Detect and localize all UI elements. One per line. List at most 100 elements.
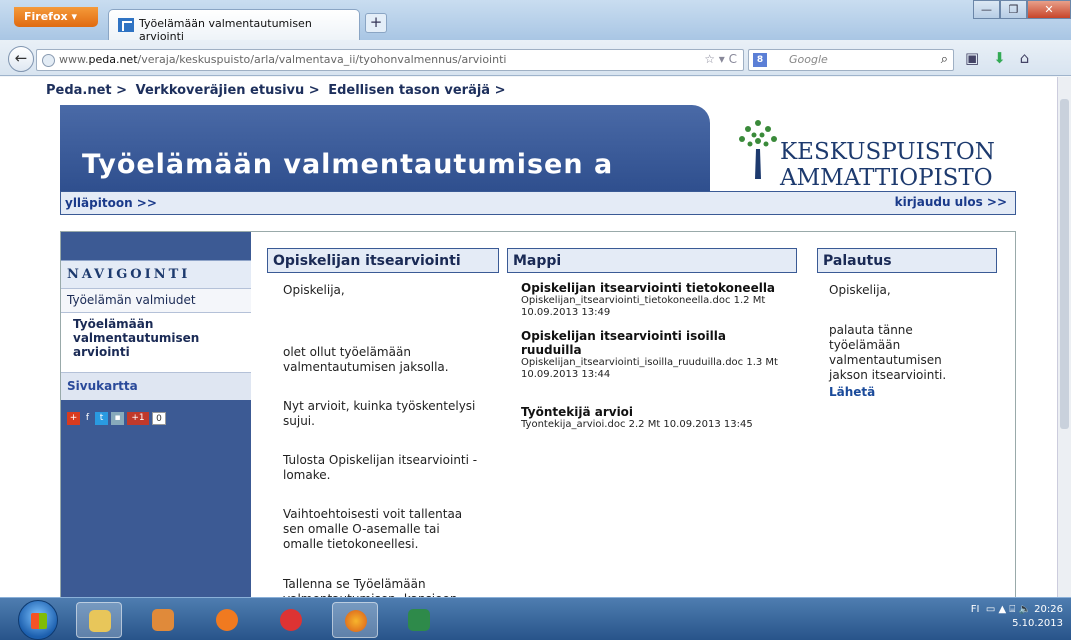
paint-icon (152, 609, 174, 631)
file-list: Opiskelijan itsearviointi tietokoneella … (507, 273, 797, 573)
paragraph: Opiskelija, (283, 283, 345, 297)
toolbar-icons: ▣ ⬇ ⌂ (965, 49, 1029, 67)
myspace-icon[interactable]: ▪ (111, 412, 124, 425)
scrollbar-thumb[interactable] (1060, 99, 1069, 429)
paragraph: palauta tänne työelämään valmentautumise… (829, 323, 947, 382)
file-meta: Opiskelijan_itsearviointi_isoilla_ruudui… (521, 357, 778, 380)
twitter-icon[interactable]: t (95, 412, 108, 425)
bookmark-reload-icons[interactable]: ☆ ▾ C (704, 52, 737, 66)
maximize-button[interactable]: ❐ (1000, 0, 1027, 19)
admin-link[interactable]: ylläpitoon >> (65, 196, 157, 210)
close-window-button[interactable]: ✕ (1027, 0, 1071, 19)
paragraph: Vaihtoehtoisesti voit tallentaa sen omal… (283, 507, 463, 551)
folder-heading: Mappi (507, 248, 797, 273)
web-page: Peda.net > Verkkoveräjien etusivu > Edel… (0, 77, 1071, 597)
submission-heading: Palautus (817, 248, 997, 273)
clock[interactable]: 20:26 5.10.2013 (1012, 603, 1063, 631)
share-buttons: + f t ▪ +1 0 (67, 412, 166, 425)
send-link[interactable]: Lähetä (829, 385, 875, 400)
paragraph: Nyt arvioit, kuinka työskentelysi sujui. (283, 399, 476, 428)
tree-logo-icon (739, 120, 777, 179)
folder-section: Mappi Opiskelijan itsearviointi tietokon… (507, 248, 797, 573)
search-input[interactable]: 8 Google ⌕ (748, 49, 954, 71)
file-meta: Tyontekija_arvioi.doc 2.2 Mt 10.09.2013 … (521, 419, 753, 430)
taskbar-explorer[interactable] (76, 602, 122, 638)
firefox-menu-button[interactable]: Firefox ▾ (14, 7, 98, 27)
taskbar-publisher[interactable] (396, 602, 442, 638)
file-item[interactable]: Opiskelijan itsearviointi isoilla ruudui… (521, 329, 781, 381)
school-name: KESKUSPUISTON AMMATTIOPISTO (780, 139, 995, 191)
navigation-bar: ← www.peda.net/veraja/keskuspuisto/arla/… (0, 40, 1071, 76)
school-logo: KESKUSPUISTON AMMATTIOPISTO (710, 105, 1016, 191)
addon-icon[interactable]: ▣ (965, 49, 979, 67)
breadcrumb-etusivu[interactable]: Verkkoveräjien etusivu > (136, 83, 320, 98)
logo-line-2: AMMATTIOPISTO (780, 165, 993, 191)
page-scrollbar[interactable] (1057, 77, 1071, 597)
url-prefix: www. (59, 53, 89, 66)
url-path: /veraja/keskuspuisto/arla/valmentava_ii/… (137, 53, 507, 66)
home-icon[interactable]: ⌂ (1020, 49, 1030, 67)
download-icon[interactable]: ⬇ (993, 49, 1006, 67)
paragraph: Tulosta Opiskelijan itsearviointi -lomak… (283, 453, 478, 482)
publisher-icon (408, 609, 430, 631)
taskbar-firefox[interactable] (332, 602, 378, 638)
self-assessment-section: Opiskelijan itsearviointi Opiskelija, ol… (267, 248, 499, 597)
main-content: NAVIGOINTI Työelämän valmiudet Työelämää… (60, 231, 1016, 597)
window-controls: — ❐ ✕ (973, 0, 1071, 20)
clock-date: 5.10.2013 (1012, 618, 1063, 629)
sidebar-heading: NAVIGOINTI (61, 260, 251, 288)
globe-icon (42, 54, 55, 67)
taskbar-media[interactable] (204, 602, 250, 638)
browser-tab-active[interactable]: Työelämään valmentautumisen arviointi (108, 9, 360, 43)
clock-time: 20:26 (1034, 604, 1063, 615)
new-tab-button[interactable]: + (365, 13, 387, 33)
sidebar-item-tyoelaman-valmiudet[interactable]: Työelämän valmiudet (61, 288, 251, 312)
breadcrumb-edellinen[interactable]: Edellisen tason veräjä > (328, 83, 505, 98)
search-icon[interactable]: ⌕ (941, 52, 948, 67)
file-title[interactable]: Opiskelijan itsearviointi isoilla ruudui… (521, 329, 781, 357)
file-item[interactable]: Opiskelijan itsearviointi tietokoneella … (521, 281, 781, 319)
file-title[interactable]: Opiskelijan itsearviointi tietokoneella (521, 281, 781, 295)
address-bar[interactable]: www.peda.net/veraja/keskuspuisto/arla/va… (36, 49, 744, 71)
admin-bar: ylläpitoon >> kirjaudu ulos >> (60, 191, 1016, 215)
header-banner: Työelämään valmentautumisen a (60, 105, 710, 191)
minimize-button[interactable]: — (973, 0, 1000, 19)
paragraph: Tallenna se Työelämään valmentautumisen … (283, 577, 457, 597)
peda-favicon-icon (118, 18, 134, 32)
self-assessment-text: Opiskelija, olet ollut työelämään valmen… (267, 273, 499, 597)
taskbar-app4[interactable] (268, 602, 314, 638)
breadcrumb: Peda.net > Verkkoveräjien etusivu > Edel… (46, 83, 509, 98)
site-header: Työelämään valmentautumisen a KESKUSPUIS… (60, 105, 1016, 191)
submission-text: Opiskelija, palauta tänne työelämään val… (817, 273, 997, 473)
sidebar: NAVIGOINTI Työelämän valmiudet Työelämää… (61, 232, 251, 597)
start-button[interactable] (18, 600, 58, 640)
windows-taskbar: FI ▭ ▲ ⌸ 🔈 20:26 5.10.2013 (0, 597, 1071, 640)
paragraph: olet ollut työelämään valmentautumisen j… (283, 345, 449, 374)
url-host: peda.net (88, 53, 138, 66)
sidebar-item-arviointi[interactable]: Työelämään valmentautumisen arviointi (61, 312, 251, 372)
breadcrumb-peda[interactable]: Peda.net > (46, 83, 127, 98)
search-placeholder: Google (789, 53, 828, 66)
submission-section: Palautus Opiskelija, palauta tänne työel… (817, 248, 997, 473)
folder-icon (89, 610, 111, 632)
facebook-icon[interactable]: f (83, 412, 92, 425)
google-plus-one-icon[interactable]: +1 (127, 412, 149, 425)
google-engine-icon[interactable]: 8 (753, 53, 767, 67)
taskbar-paint[interactable] (140, 602, 186, 638)
file-item[interactable]: Työntekijä arvioi Tyontekija_arvioi.doc … (521, 405, 781, 431)
back-button[interactable]: ← (8, 46, 34, 72)
media-player-icon (216, 609, 238, 631)
app-icon (280, 609, 302, 631)
plus-share-icon[interactable]: + (67, 412, 80, 425)
file-meta: Opiskelijan_itsearviointi_tietokoneella.… (521, 295, 766, 318)
language-indicator[interactable]: FI (971, 604, 980, 615)
logo-line-1: KESKUSPUISTON (780, 139, 995, 165)
title-bar: Firefox ▾ Työelämään valmentautumisen ar… (0, 0, 1071, 43)
paragraph: Opiskelija, (829, 283, 891, 297)
sidebar-item-sivukartta[interactable]: Sivukartta (61, 372, 251, 400)
file-title[interactable]: Työntekijä arvioi (521, 405, 781, 419)
logout-link[interactable]: kirjaudu ulos >> (895, 195, 1007, 209)
share-count: 0 (152, 412, 166, 425)
page-title: Työelämään valmentautumisen a (82, 149, 614, 180)
firefox-icon (345, 610, 367, 632)
